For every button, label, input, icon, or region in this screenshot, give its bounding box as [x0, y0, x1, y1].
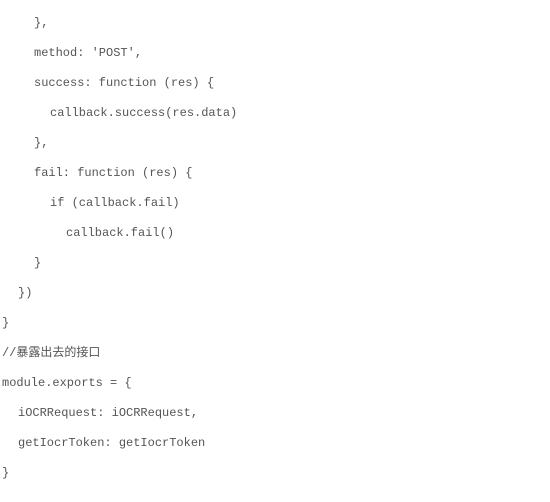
code-line: //暴露出去的接口	[2, 338, 548, 368]
code-line: success: function (res) {	[2, 68, 548, 98]
code-line: }	[2, 458, 548, 488]
code-line: callback.success(res.data)	[2, 98, 548, 128]
code-line: }	[2, 308, 548, 338]
code-line: if (callback.fail)	[2, 188, 548, 218]
code-block: }, method: 'POST', success: function (re…	[2, 8, 548, 488]
code-line: },	[2, 8, 548, 38]
code-line: iOCRRequest: iOCRRequest,	[2, 398, 548, 428]
code-line: }	[2, 248, 548, 278]
code-line: callback.fail()	[2, 218, 548, 248]
code-line: getIocrToken: getIocrToken	[2, 428, 548, 458]
code-line: method: 'POST',	[2, 38, 548, 68]
code-line: fail: function (res) {	[2, 158, 548, 188]
code-line: },	[2, 128, 548, 158]
code-line: })	[2, 278, 548, 308]
code-line: module.exports = {	[2, 368, 548, 398]
